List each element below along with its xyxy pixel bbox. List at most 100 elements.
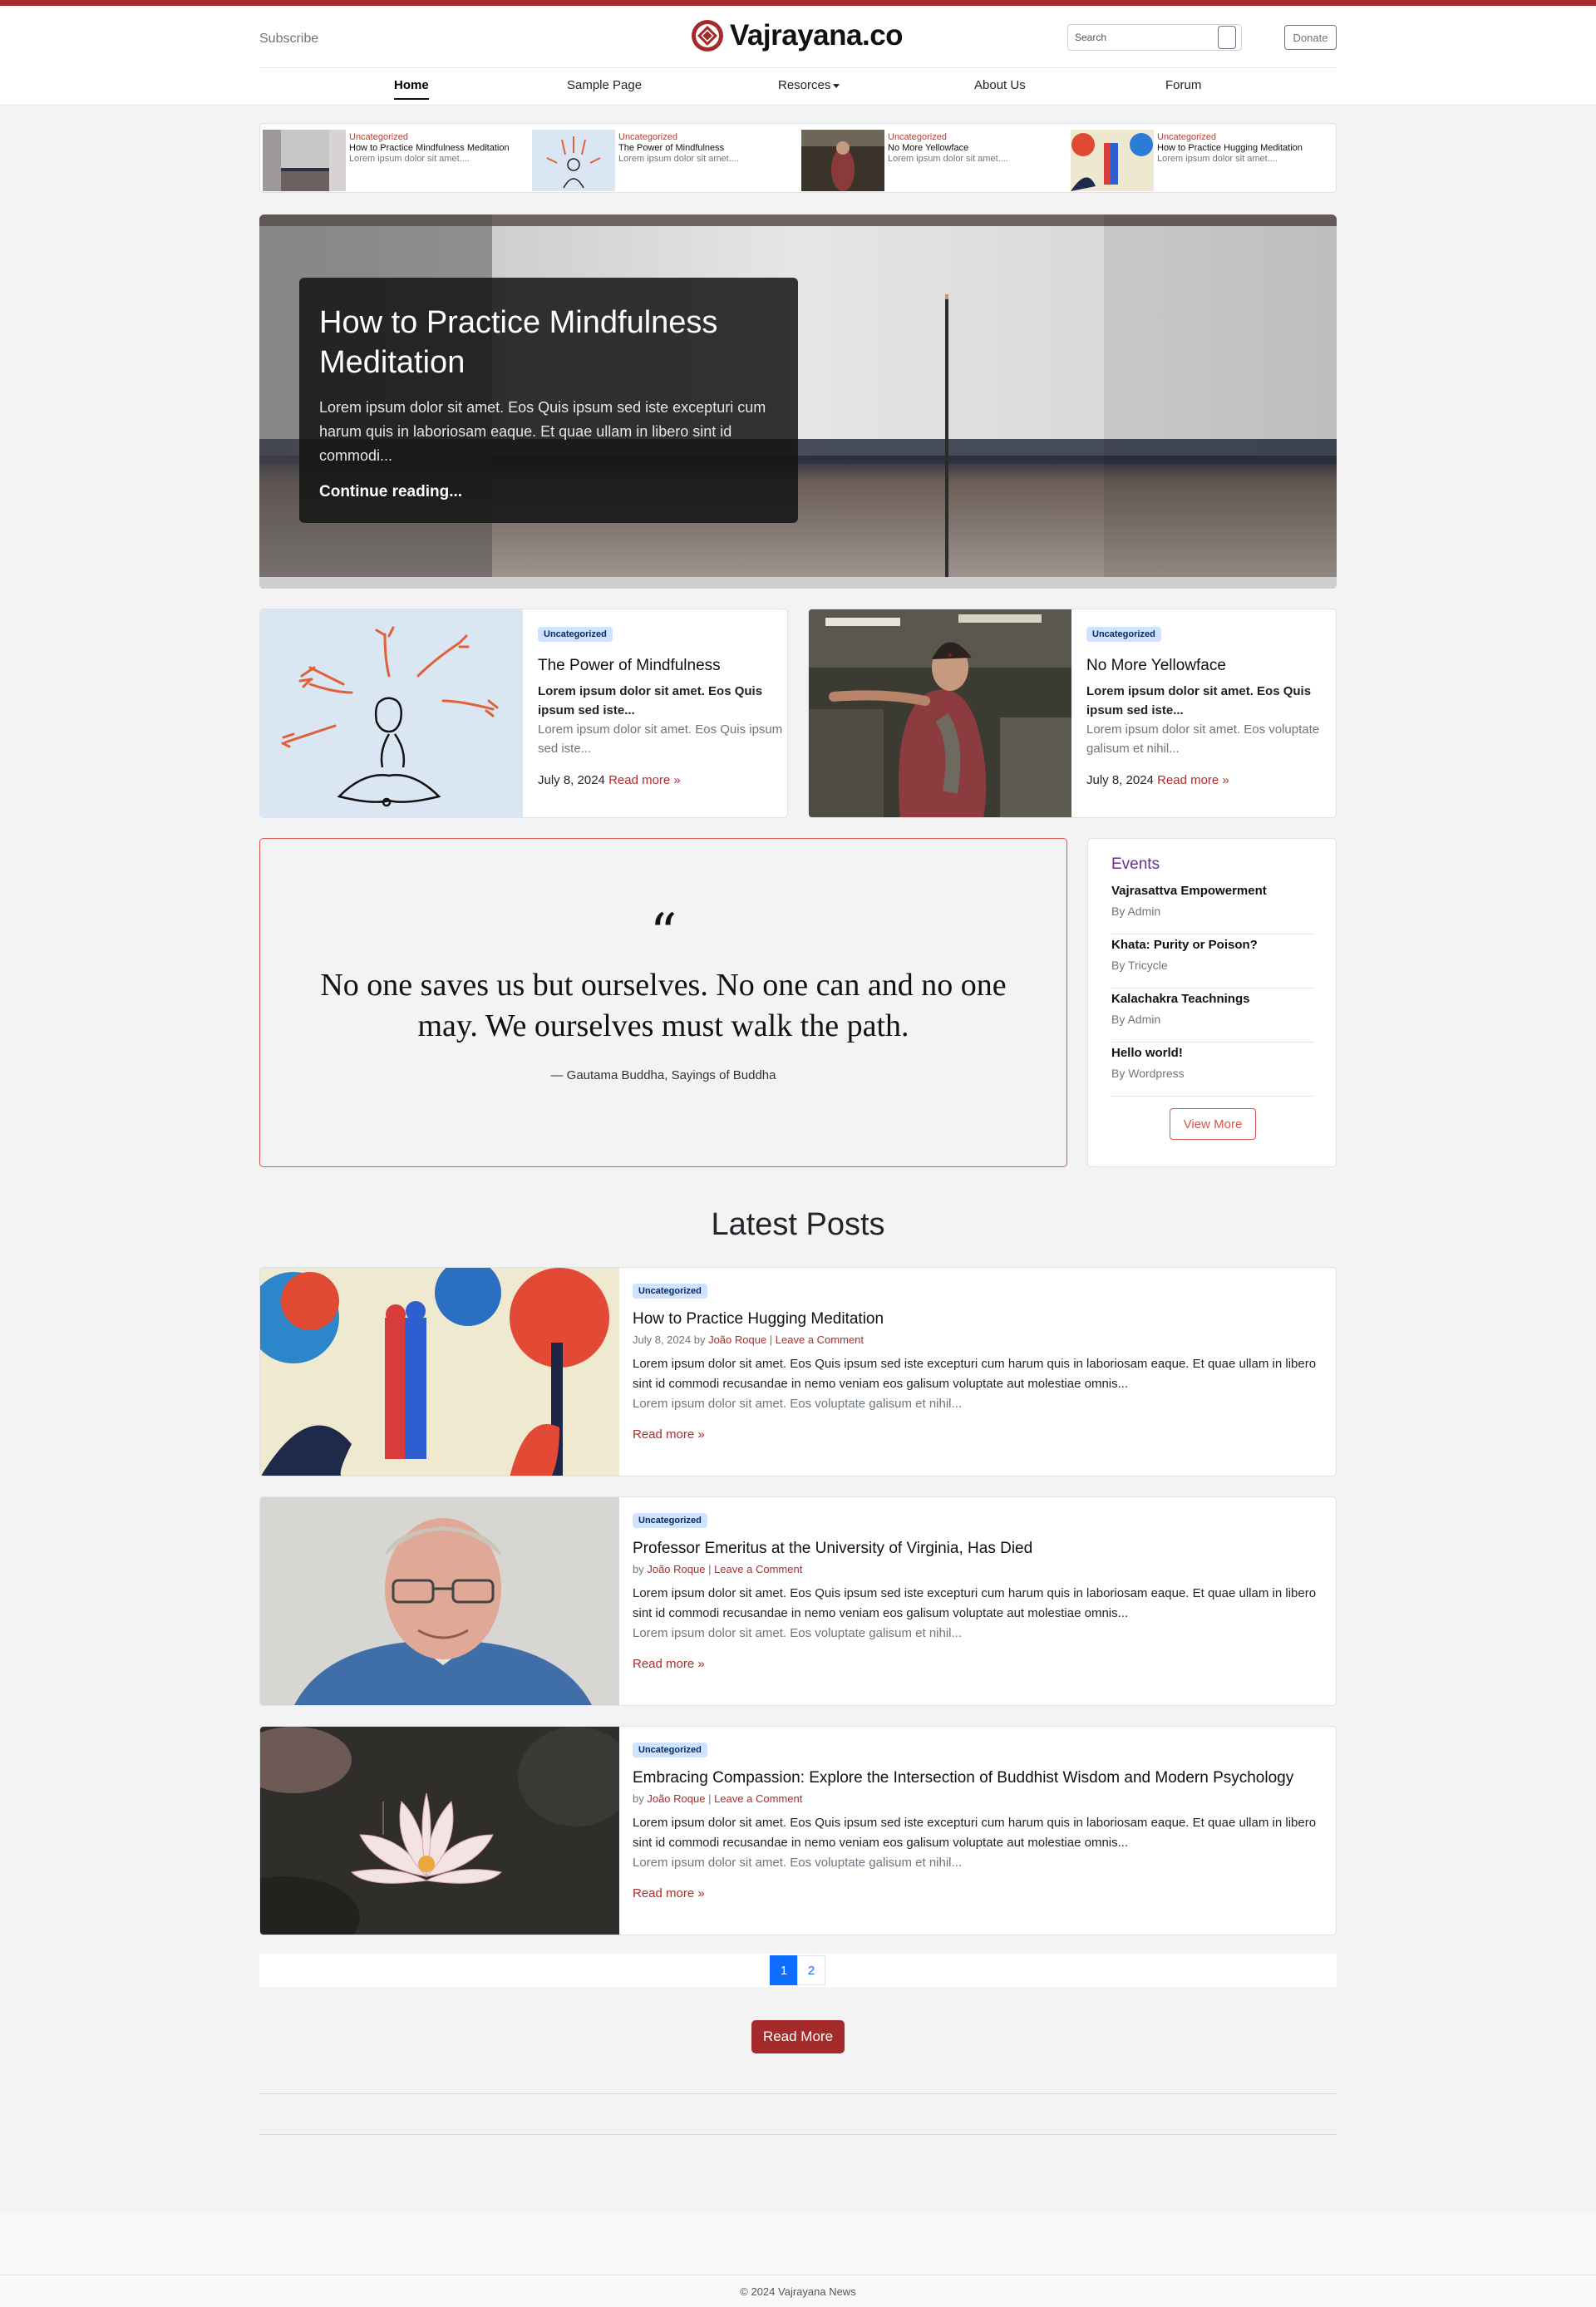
- featured-title[interactable]: The Power of Mindfulness: [538, 657, 787, 675]
- post-byline: by: [633, 1792, 648, 1805]
- event-title[interactable]: Hello world!: [1111, 1046, 1314, 1060]
- brand-name: Vajrayana.co: [730, 19, 904, 52]
- featured-card-image[interactable]: [809, 609, 1071, 817]
- strip-excerpt: Lorem ipsum dolor sit amet....: [618, 154, 739, 164]
- strip-title[interactable]: How to Practice Hugging Meditation: [1157, 142, 1336, 154]
- strip-title[interactable]: The Power of Mindfulness: [618, 142, 797, 154]
- event-item[interactable]: Vajrasattva Empowerment By Admin: [1111, 880, 1314, 934]
- nav-sample-page[interactable]: Sample Page: [567, 78, 642, 92]
- read-more-link[interactable]: Read more »: [633, 1886, 1324, 1900]
- hero-caption: How to Practice Mindfulness Meditation L…: [299, 278, 798, 523]
- section-divider: [259, 2093, 1337, 2094]
- event-title[interactable]: Khata: Purity or Poison?: [1111, 938, 1314, 952]
- featured-meta: July 8, 2024 Read more »: [1086, 773, 1336, 787]
- strip-thumbnail: [801, 130, 884, 191]
- continue-reading-link[interactable]: Continue reading...: [319, 483, 778, 501]
- subscribe-link[interactable]: Subscribe: [259, 32, 318, 47]
- strip-excerpt: Lorem ipsum dolor sit amet....: [1157, 154, 1278, 164]
- leave-comment-link[interactable]: Leave a Comment: [776, 1333, 864, 1346]
- read-more-link[interactable]: Read more »: [633, 1427, 1324, 1442]
- event-title[interactable]: Kalachakra Teachnings: [1111, 992, 1314, 1006]
- event-item[interactable]: Kalachakra Teachnings By Admin: [1111, 988, 1314, 1043]
- post-author-link[interactable]: João Roque: [708, 1333, 766, 1346]
- post-meta: by João Roque | Leave a Comment: [633, 1792, 803, 1805]
- events-widget: Events Vajrasattva Empowerment By Admin …: [1087, 838, 1337, 1167]
- read-more-link[interactable]: Read more »: [633, 1657, 1324, 1671]
- category-badge[interactable]: Uncategorized: [538, 627, 613, 642]
- post-excerpt-secondary: Lorem ipsum dolor sit amet. Eos voluptat…: [633, 1626, 963, 1640]
- post-meta: by João Roque | Leave a Comment: [633, 1563, 803, 1575]
- featured-card-image[interactable]: [260, 609, 523, 817]
- hugging-illustration-image: [1071, 130, 1154, 191]
- quote-text: No one saves us but ourselves. No one ca…: [320, 968, 1007, 1043]
- featured-date: July 8, 2024: [538, 773, 605, 787]
- events-title: Events: [1111, 855, 1160, 873]
- strip-item[interactable]: Uncategorized No More Yellowface Lorem i…: [799, 127, 1068, 191]
- post-date: July 8, 2024 by: [633, 1333, 709, 1346]
- nav-home[interactable]: Home: [394, 78, 429, 100]
- page-2-button[interactable]: 2: [797, 1955, 825, 1985]
- nav-resources-label: Resorces: [778, 78, 831, 92]
- strip-item[interactable]: Uncategorized How to Practice Hugging Me…: [1068, 127, 1337, 191]
- read-more-link[interactable]: Read more »: [1157, 773, 1229, 787]
- hero-title[interactable]: How to Practice Mindfulness Meditation: [319, 303, 778, 382]
- strip-item[interactable]: Uncategorized The Power of Mindfulness L…: [530, 127, 799, 191]
- recent-posts-strip: Uncategorized How to Practice Mindfulnes…: [259, 123, 1337, 193]
- nav-about-us[interactable]: About Us: [974, 78, 1026, 92]
- featured-title[interactable]: No More Yellowface: [1086, 657, 1336, 675]
- movie-still-image: [809, 609, 1071, 817]
- category-badge[interactable]: Uncategorized: [1086, 627, 1161, 642]
- post-author-link[interactable]: João Roque: [647, 1563, 705, 1575]
- search-button[interactable]: [1218, 26, 1236, 49]
- strip-category: Uncategorized: [1157, 132, 1216, 142]
- post-title[interactable]: Professor Emeritus at the University of …: [633, 1540, 1324, 1558]
- quote-citation: — Gautama Buddha, Sayings of Buddha: [550, 1068, 776, 1082]
- post-card: Uncategorized Professor Emeritus at the …: [259, 1496, 1337, 1706]
- post-image[interactable]: [260, 1497, 619, 1705]
- search-input[interactable]: [1075, 28, 1208, 47]
- lotus-flower-image: [260, 1727, 619, 1935]
- footer-copyright: © 2024 Vajrayana News: [740, 2285, 856, 2298]
- strip-category: Uncategorized: [888, 132, 947, 142]
- featured-date: July 8, 2024: [1086, 773, 1154, 787]
- donate-button[interactable]: Donate: [1284, 25, 1337, 50]
- read-more-link[interactable]: Read more »: [608, 773, 681, 787]
- event-author: By Tricycle: [1111, 959, 1168, 972]
- featured-excerpt: Lorem ipsum dolor sit amet. Eos voluptat…: [1086, 722, 1320, 756]
- view-more-button[interactable]: View More: [1170, 1108, 1256, 1140]
- read-more-button[interactable]: Read More: [751, 2020, 845, 2053]
- event-title[interactable]: Vajrasattva Empowerment: [1111, 884, 1314, 898]
- nav-forum[interactable]: Forum: [1165, 78, 1201, 92]
- post-image[interactable]: [260, 1268, 619, 1476]
- strip-item[interactable]: Uncategorized How to Practice Mindfulnes…: [260, 127, 530, 191]
- featured-meta: July 8, 2024 Read more »: [538, 773, 787, 787]
- quote-block: “ No one saves us but ourselves. No one …: [259, 838, 1067, 1167]
- strip-title[interactable]: How to Practice Mindfulness Meditation: [349, 142, 528, 154]
- leave-comment-link[interactable]: Leave a Comment: [714, 1563, 802, 1575]
- category-badge[interactable]: Uncategorized: [633, 1284, 707, 1299]
- leave-comment-link[interactable]: Leave a Comment: [714, 1792, 802, 1805]
- post-author-link[interactable]: João Roque: [647, 1792, 705, 1805]
- featured-card: Uncategorized No More Yellowface Lorem i…: [808, 609, 1337, 818]
- post-title[interactable]: How to Practice Hugging Meditation: [633, 1310, 1324, 1328]
- strip-category: Uncategorized: [349, 132, 408, 142]
- meditation-room-image: [263, 130, 346, 191]
- post-card: Uncategorized Embracing Compassion: Expl…: [259, 1726, 1337, 1935]
- category-badge[interactable]: Uncategorized: [633, 1743, 707, 1757]
- category-badge[interactable]: Uncategorized: [633, 1513, 707, 1528]
- event-item[interactable]: Khata: Purity or Poison? By Tricycle: [1111, 934, 1314, 988]
- post-title[interactable]: Embracing Compassion: Explore the Inters…: [633, 1769, 1324, 1787]
- event-author: By Admin: [1111, 1013, 1161, 1026]
- site-logo[interactable]: Vajrayana.co: [690, 18, 904, 53]
- post-image[interactable]: [260, 1727, 619, 1935]
- page-1-button[interactable]: 1: [770, 1955, 798, 1985]
- event-author: By Wordpress: [1111, 1067, 1185, 1080]
- strip-excerpt: Lorem ipsum dolor sit amet....: [349, 154, 470, 164]
- event-item[interactable]: Hello world! By Wordpress: [1111, 1043, 1314, 1097]
- strip-title[interactable]: No More Yellowface: [888, 142, 1066, 154]
- quote-mark-icon: “: [649, 903, 677, 964]
- event-author: By Admin: [1111, 905, 1161, 918]
- nav-resources[interactable]: Resorces: [778, 78, 840, 92]
- hero-carousel[interactable]: How to Practice Mindfulness Meditation L…: [259, 214, 1337, 589]
- featured-lead: Lorem ipsum dolor sit amet. Eos Quis ips…: [1086, 684, 1312, 717]
